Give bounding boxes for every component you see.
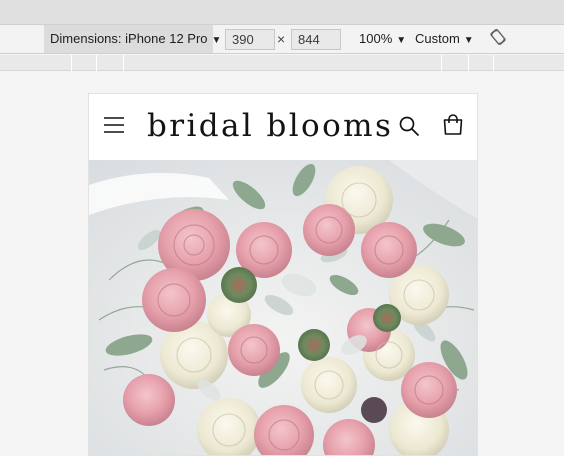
hero-bouquet-image xyxy=(89,160,477,455)
site-logo[interactable]: bridal blooms xyxy=(147,104,393,148)
rotate-button[interactable] xyxy=(489,28,507,50)
chevron-down-icon: ▼ xyxy=(211,35,222,46)
device-dimensions-label: Dimensions: iPhone 12 Pro xyxy=(50,31,208,46)
rotate-icon xyxy=(490,28,506,46)
browser-top-strip xyxy=(0,0,564,24)
chevron-down-icon: ▼ xyxy=(396,35,407,46)
cart-icon[interactable] xyxy=(441,113,465,137)
device-viewport: bridal blooms xyxy=(88,93,478,456)
device-dimensions-dropdown[interactable]: Dimensions: iPhone 12 Pro ▼ xyxy=(44,25,221,53)
width-input[interactable] xyxy=(225,29,275,50)
chevron-down-icon: ▼ xyxy=(463,35,474,46)
throttling-dropdown[interactable]: Custom ▼ xyxy=(415,25,474,53)
device-toolbar: Dimensions: iPhone 12 Pro▼ × 100%▼ Custo… xyxy=(0,24,564,54)
site-header: bridal blooms xyxy=(89,94,477,160)
times-separator: × xyxy=(277,31,286,47)
zoom-dropdown[interactable]: 100% ▼ xyxy=(359,25,406,53)
search-icon[interactable] xyxy=(398,115,420,137)
zoom-label: 100% xyxy=(359,31,393,46)
height-input[interactable] xyxy=(291,29,341,50)
throttling-label: Custom xyxy=(415,31,460,46)
media-query-ruler[interactable] xyxy=(0,55,564,71)
menu-icon[interactable] xyxy=(103,114,125,136)
